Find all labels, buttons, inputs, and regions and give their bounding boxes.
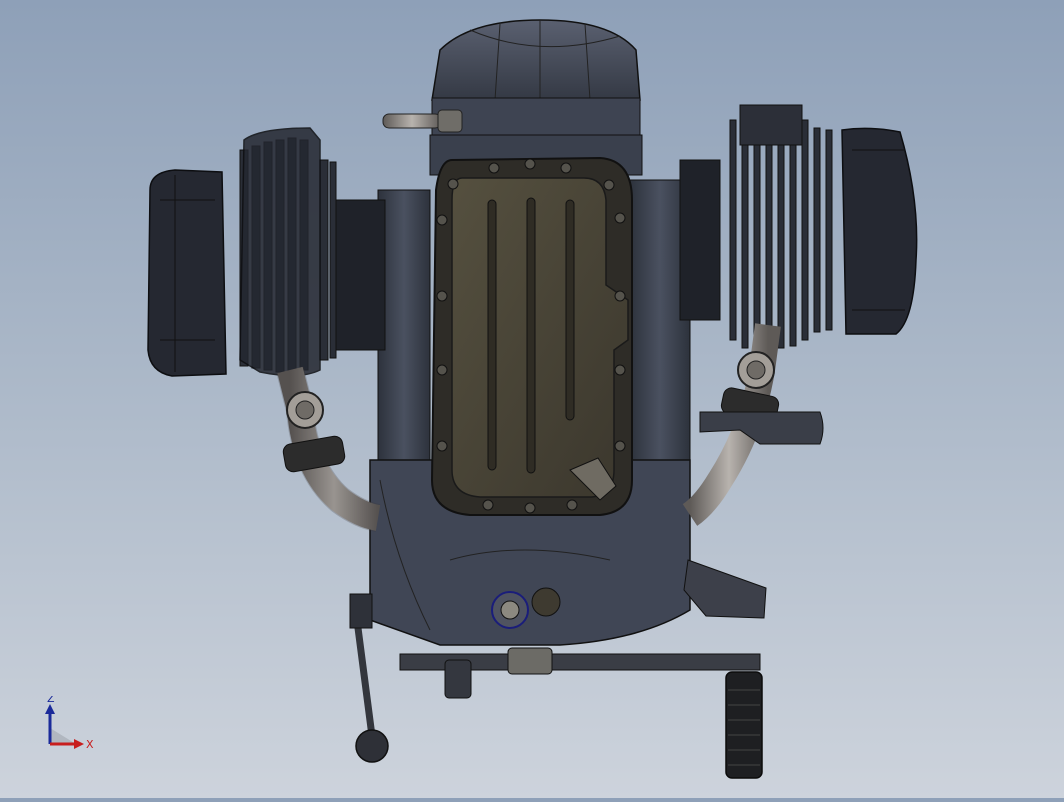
engine-model[interactable]	[0, 0, 1064, 798]
x-arrow-icon	[74, 739, 84, 749]
x-axis-label: X	[86, 738, 94, 751]
top-dome[interactable]	[431, 19, 641, 141]
breather-pipe[interactable]	[382, 109, 463, 133]
z-axis-label: Z	[47, 696, 55, 705]
triad-graphic: Z X	[45, 692, 94, 751]
cad-viewport[interactable]: Z X	[0, 0, 1064, 798]
left-exhaust-pipe[interactable]	[276, 366, 381, 532]
left-cylinder[interactable]	[147, 127, 386, 377]
orientation-triad: Z X	[38, 692, 108, 756]
z-arrow-icon	[45, 704, 55, 714]
kickstart-assembly[interactable]	[399, 647, 763, 779]
oil-pan[interactable]	[430, 156, 633, 516]
right-cylinder[interactable]	[679, 104, 918, 349]
